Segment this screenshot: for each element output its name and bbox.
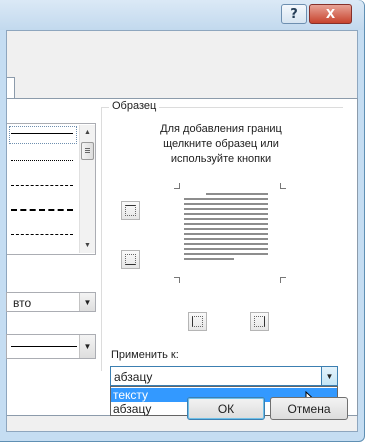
apply-to-value: абзацу (114, 370, 153, 384)
corner-mark (174, 183, 180, 189)
color-combo[interactable]: вто ▼ (6, 292, 96, 312)
sample-hint: Для добавления границ щелкните образец и… (141, 122, 301, 167)
line-style-long-dash[interactable] (11, 209, 73, 211)
width-combo[interactable]: ▼ (6, 334, 96, 359)
sample-text-line (184, 258, 234, 260)
apply-to-combo[interactable]: абзацу ▼ (110, 366, 338, 386)
hint-line: Для добавления границ (160, 123, 282, 135)
sample-group-title: Образец (109, 100, 160, 112)
sample-text-line (184, 223, 268, 225)
cancel-button[interactable]: Отмена (270, 397, 348, 420)
grip-line (85, 152, 90, 153)
left-border-icon (192, 316, 203, 327)
sample-text-line (184, 233, 268, 235)
sample-text-line (184, 248, 268, 250)
line-style-dashed[interactable] (11, 185, 73, 186)
grip-line (85, 148, 90, 149)
line-style-dash-dot[interactable] (11, 234, 73, 235)
bottom-border-icon (125, 254, 136, 265)
apply-to-label: Применить к: (111, 349, 179, 361)
chevron-down-icon[interactable]: ▼ (79, 335, 95, 358)
border-preview[interactable] (174, 183, 286, 283)
sample-text-line (184, 228, 268, 230)
style-list-scrollbar[interactable]: ▲ ▼ (79, 125, 95, 253)
tab-panel: ▲ ▼ вто ▼ ▼ Образец Для добавления грани (6, 98, 358, 416)
selected-line-style[interactable] (9, 126, 77, 144)
width-sample-line (11, 346, 77, 347)
right-border-button[interactable] (250, 312, 269, 331)
bottom-border-button[interactable] (121, 250, 140, 269)
top-border-button[interactable] (121, 201, 140, 220)
ok-button[interactable]: ОК (187, 397, 265, 420)
chevron-down-icon[interactable]: ▼ (321, 367, 337, 385)
left-border-button[interactable] (188, 312, 207, 331)
corner-mark (280, 277, 286, 283)
tab-border[interactable] (7, 77, 15, 100)
sample-text-line (184, 218, 268, 220)
scroll-down-arrow-icon[interactable]: ▼ (80, 238, 95, 253)
sample-text-line (184, 243, 268, 245)
sample-text-line (184, 213, 268, 215)
close-icon: X (325, 7, 336, 21)
hint-line: щелкните образец или (163, 138, 279, 150)
group-border-left (101, 107, 102, 371)
scroll-up-arrow-icon[interactable]: ▲ (80, 125, 95, 140)
sample-text-line (184, 203, 268, 205)
sample-text-line (184, 208, 268, 210)
dialog-client-area: ▲ ▼ вто ▼ ▼ Образец Для добавления грани (6, 30, 358, 432)
top-border-icon (125, 205, 136, 216)
hint-line: используйте кнопки (170, 153, 272, 165)
right-border-icon (254, 316, 265, 327)
chevron-down-icon[interactable]: ▼ (79, 293, 95, 311)
corner-mark (280, 183, 286, 189)
sample-text-line (184, 198, 268, 200)
color-combo-value: вто (13, 296, 32, 310)
close-button[interactable]: X (309, 4, 352, 24)
sample-text-line (206, 193, 268, 195)
help-icon: ? (290, 6, 298, 22)
help-button[interactable]: ? (281, 4, 307, 24)
line-style-solid[interactable] (11, 133, 73, 134)
line-style-list[interactable]: ▲ ▼ (7, 123, 96, 255)
sample-text-line (184, 253, 268, 255)
line-style-dotted[interactable] (11, 160, 73, 161)
corner-mark (174, 277, 180, 283)
scroll-thumb[interactable] (81, 142, 94, 160)
sample-text-line (184, 238, 268, 240)
grip-line (85, 150, 90, 151)
